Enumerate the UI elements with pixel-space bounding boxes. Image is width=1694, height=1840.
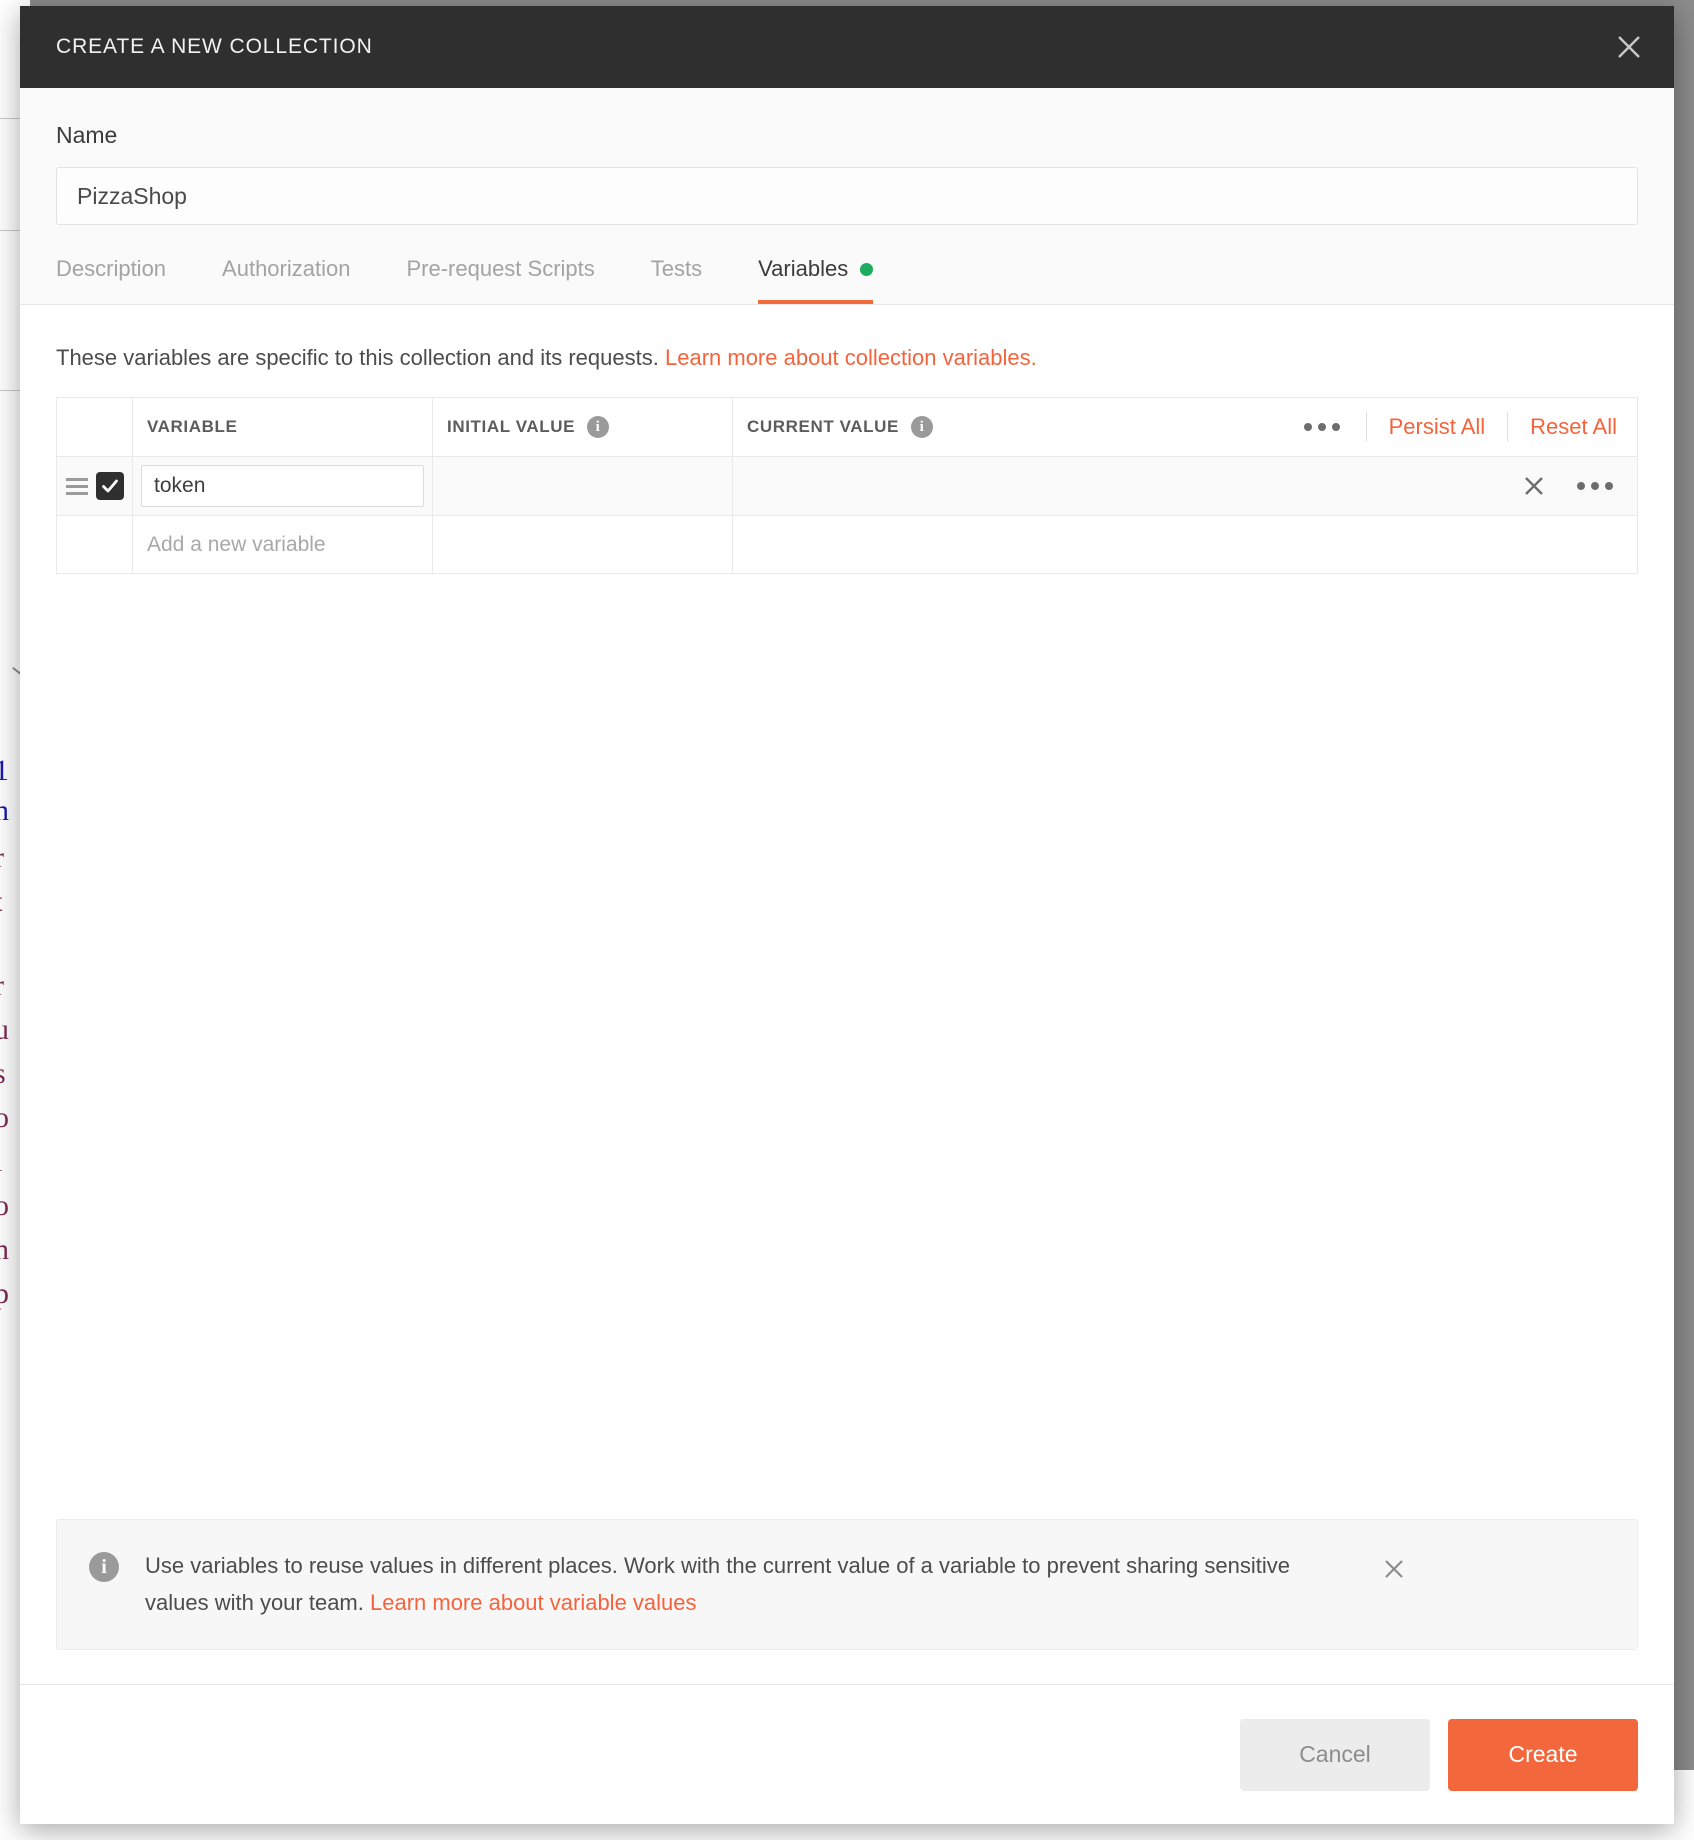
initial-value-info-icon[interactable]: i [587, 416, 610, 438]
dismiss-info-banner-button[interactable] [1381, 1556, 1407, 1587]
reset-all-button[interactable]: Reset All [1530, 414, 1617, 440]
info-icon: i [89, 1552, 119, 1583]
close-icon [1385, 1560, 1403, 1579]
table-header-actions: Persist All Reset All [1300, 398, 1637, 456]
variable-row [56, 456, 1638, 516]
header-cell-handle [56, 397, 133, 457]
drag-handle-icon[interactable] [65, 477, 88, 495]
create-button[interactable]: Create [1448, 1718, 1638, 1791]
new-row-current-value-cell [732, 515, 1638, 574]
variable-row-options-kebab-icon[interactable] [1573, 476, 1617, 496]
variables-info-banner: i Use variables to reuse values in diffe… [56, 1519, 1638, 1650]
variables-table-header-row: VARIABLE INITIAL VALUE i CURRENT VALUE i… [56, 397, 1638, 457]
background-text-fragment: t [0, 876, 2, 928]
new-variable-row [56, 515, 1638, 574]
variables-description: These variables are specific to this col… [56, 305, 1638, 397]
variables-table: VARIABLE INITIAL VALUE i CURRENT VALUE i… [56, 397, 1638, 574]
current-value-info-icon[interactable]: i [911, 416, 933, 438]
tab-authorization[interactable]: Authorization [222, 256, 350, 304]
header-cell-current-value: CURRENT VALUE i Persist All Reset All [732, 397, 1638, 457]
tab-pre-request-scripts[interactable]: Pre-request Scripts [406, 256, 594, 304]
pane-spacer [56, 574, 1638, 1519]
row-variable-cell [132, 456, 433, 516]
collection-variables-learn-more-link[interactable]: Learn more about collection variables. [665, 345, 1037, 370]
new-row-initial-value-cell [432, 515, 733, 574]
row-initial-value-cell [432, 456, 733, 516]
variable-values-learn-more-link[interactable]: Learn more about variable values [370, 1590, 697, 1615]
variable-current-value-input[interactable] [733, 458, 1521, 514]
table-options-kebab-icon[interactable] [1300, 417, 1344, 437]
collection-name-input[interactable] [56, 167, 1638, 225]
modal-header: CREATE A NEW COLLECTION [20, 6, 1674, 88]
modal-footer: Cancel Create [20, 1684, 1674, 1824]
new-variable-name-input[interactable] [133, 516, 432, 573]
close-icon [1525, 477, 1543, 495]
background-text-fragment: n [0, 794, 9, 827]
tab-label: Pre-request Scripts [406, 256, 595, 281]
header-cell-variable: VARIABLE [132, 397, 433, 457]
tab-label: Authorization [222, 256, 351, 281]
background-text-fragment: p [0, 1277, 9, 1310]
checkmark-icon [101, 479, 118, 493]
modal-tabs: Description Authorization Pre-request Sc… [20, 225, 1674, 305]
variable-name-input[interactable] [141, 465, 424, 507]
create-collection-modal: CREATE A NEW COLLECTION Name Description… [20, 6, 1674, 1824]
name-label: Name [56, 122, 118, 148]
row-handle-cell [56, 456, 133, 516]
info-banner-message: Use variables to reuse values in differe… [145, 1553, 1290, 1615]
variable-row-actions [1521, 457, 1637, 515]
tab-label: Description [56, 256, 167, 281]
header-cell-initial-value: INITIAL VALUE i [432, 397, 733, 457]
tab-tests[interactable]: Tests [651, 256, 702, 304]
variables-description-text: These variables are specific to this col… [56, 345, 659, 370]
new-row-variable-cell [132, 515, 433, 574]
header-label-current-value: CURRENT VALUE [747, 417, 899, 436]
tab-variables[interactable]: Variables [758, 256, 874, 304]
variable-initial-value-input[interactable] [433, 458, 732, 514]
variables-pane: These variables are specific to this col… [20, 305, 1674, 1684]
persist-all-button[interactable]: Persist All [1389, 414, 1486, 440]
unsaved-changes-dot-icon [860, 262, 874, 276]
close-icon [1618, 36, 1640, 58]
tab-label: Variables [758, 256, 849, 281]
name-section: Name [20, 88, 1674, 225]
delete-variable-button[interactable] [1521, 473, 1547, 499]
close-modal-button[interactable] [1606, 24, 1652, 70]
cancel-button[interactable]: Cancel [1240, 1718, 1430, 1791]
modal-body: Name Description Authorization Pre-reque… [20, 88, 1674, 1684]
divider [1365, 412, 1367, 442]
info-banner-text: Use variables to reuse values in differe… [145, 1548, 1355, 1621]
new-variable-initial-value-input[interactable] [433, 516, 732, 573]
divider [1507, 412, 1509, 442]
modal-title: CREATE A NEW COLLECTION [56, 35, 373, 58]
row-current-value-cell [732, 456, 1638, 516]
header-label-variable: VARIABLE [147, 417, 238, 436]
new-variable-current-value-input[interactable] [733, 516, 1637, 573]
variable-enabled-checkbox[interactable] [95, 472, 124, 500]
tab-label: Tests [650, 256, 703, 281]
tab-description[interactable]: Description [56, 256, 166, 304]
header-label-initial-value: INITIAL VALUE [447, 417, 576, 436]
new-row-handle-cell [56, 515, 133, 574]
